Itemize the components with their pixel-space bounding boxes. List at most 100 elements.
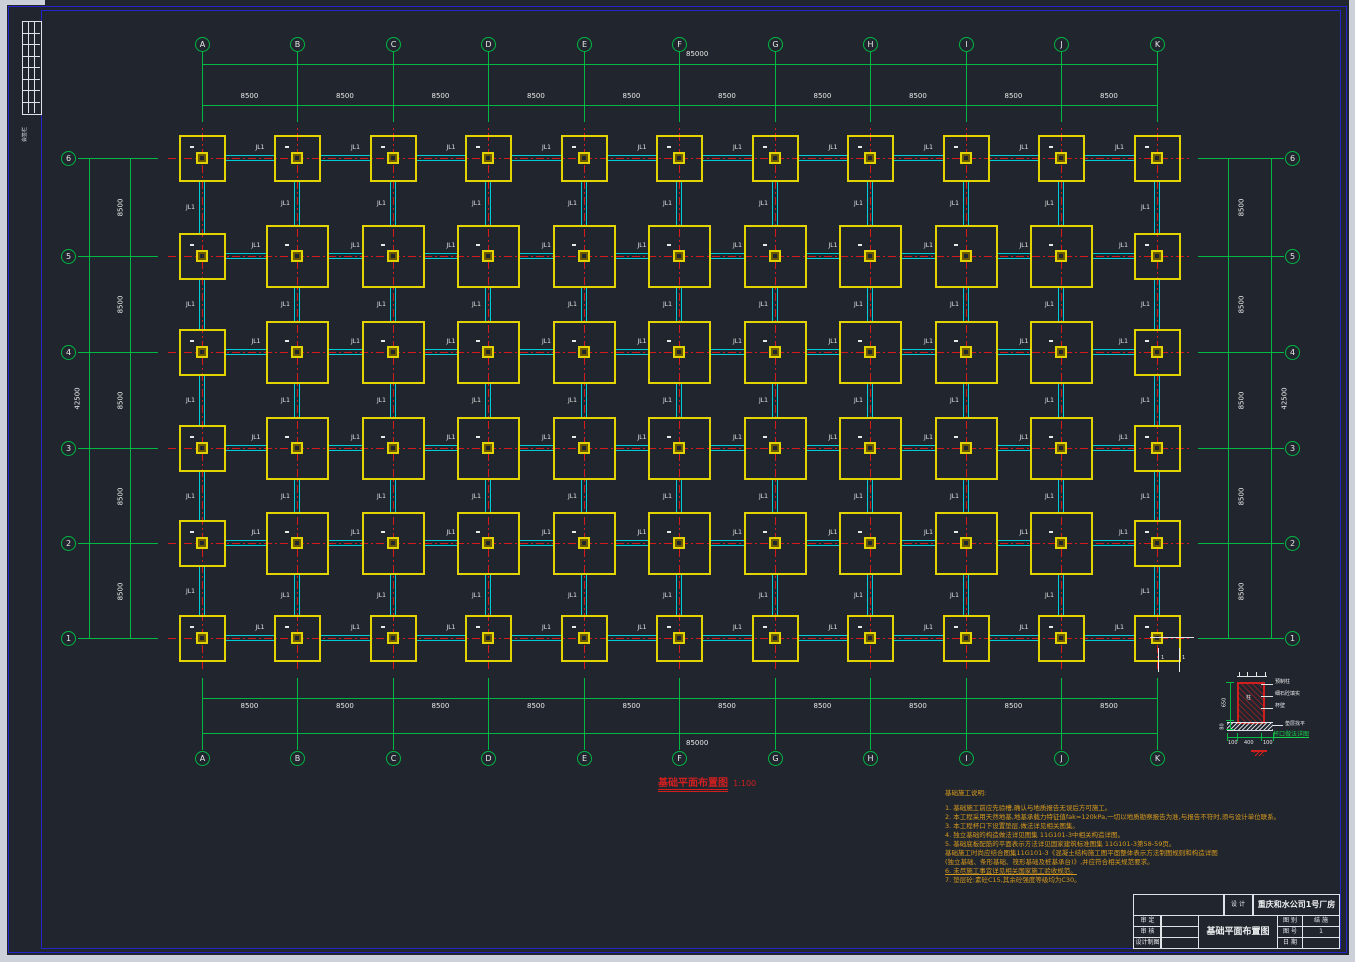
tie-beam-label: JL1	[733, 435, 742, 441]
grid-line-bottom	[679, 678, 680, 750]
column-tag-mark	[1145, 340, 1149, 342]
detail-dim-tick	[1226, 682, 1234, 683]
column-square-core	[391, 636, 395, 640]
tie-beam-label: JL1	[829, 339, 838, 345]
column-tag-mark	[667, 146, 671, 148]
bay-dim-bottom: 8500	[814, 703, 832, 710]
tie-beam-h	[226, 253, 266, 259]
tie-beam-v	[772, 288, 778, 321]
column-square-core	[295, 636, 299, 640]
tie-beam-h	[990, 155, 1038, 161]
tie-beam-v	[963, 288, 969, 321]
title-block-info-value	[1302, 937, 1340, 949]
dim-line-overall-bottom	[202, 733, 1157, 734]
bay-dim-left: 8500	[117, 199, 124, 217]
title-block-project-name: 重庆和水公司1号厂房	[1253, 894, 1340, 916]
column-tag-mark	[858, 436, 862, 438]
grid-bubble-top: H	[863, 37, 878, 52]
bay-dim-bottom: 8500	[527, 703, 545, 710]
grid-bubble-top: I	[959, 37, 974, 52]
grid-bubble-bottom: D	[481, 751, 496, 766]
tie-beam-label: JL1	[733, 530, 742, 536]
column-tag-mark	[858, 244, 862, 246]
column-tag-mark	[954, 146, 958, 148]
grid-line-top	[1061, 51, 1062, 122]
tie-beam-v	[581, 480, 587, 512]
detail-leader-text: 垫层找平	[1285, 722, 1305, 727]
column-tag-mark	[1145, 244, 1149, 246]
tie-beam-v	[963, 480, 969, 512]
bay-dim-left: 8500	[117, 296, 124, 314]
tie-beam-label: JL1	[542, 145, 551, 151]
tie-beam-label: JL1	[1119, 530, 1128, 536]
column-square-core	[677, 254, 681, 258]
tie-beam-label: JL1	[854, 201, 863, 207]
tie-beam-v	[867, 575, 873, 615]
tie-beam-h	[998, 253, 1030, 259]
grid-bubble-bottom: F	[672, 751, 687, 766]
bay-dim-bottom: 8500	[623, 703, 641, 710]
column-tag-mark	[667, 531, 671, 533]
tie-beam-label: JL1	[663, 593, 672, 599]
tie-beam-label: JL1	[924, 530, 933, 536]
column-square-core	[200, 156, 204, 160]
dim-line-bays-top	[202, 105, 1157, 106]
column-tag-mark	[858, 146, 862, 148]
tie-beam-label: JL1	[854, 398, 863, 404]
tie-beam-h	[329, 349, 362, 355]
dim-line-bays-bottom	[202, 698, 1157, 699]
cad-canvas[interactable]: 会签栏 JL1JL1JL1JL1JL1JL1JL1JL1JL1JL1JL1JL1…	[0, 0, 1355, 962]
column-tag-mark	[763, 626, 767, 628]
tie-beam-label: JL1	[854, 593, 863, 599]
column-square-core	[486, 350, 490, 354]
grid-bubble-bottom: G	[768, 751, 783, 766]
grid-line-bottom	[297, 678, 298, 750]
column-tag-mark	[763, 340, 767, 342]
column-tag-mark	[1049, 531, 1053, 533]
column-square-core	[295, 350, 299, 354]
grid-line-bottom	[870, 678, 871, 750]
detail-bottom-dim: 100	[1263, 741, 1273, 746]
detail-dim-left	[1230, 682, 1231, 729]
tie-beam-label: JL1	[733, 145, 742, 151]
tie-beam-v	[1058, 182, 1064, 225]
grid-bubble-top: A	[195, 37, 210, 52]
tie-beam-v	[1154, 567, 1160, 615]
column-square-core	[964, 350, 968, 354]
tie-beam-h	[711, 253, 744, 259]
tie-beam-h	[226, 155, 274, 161]
grid-bubble-bottom: E	[577, 751, 592, 766]
tie-beam-h	[998, 445, 1030, 451]
column-tag-mark	[954, 626, 958, 628]
tie-beam-v	[1058, 384, 1064, 417]
bay-dim-top: 8500	[718, 93, 736, 100]
note-line: 5. 基础底板配筋的平面表示方法详见国家建筑标准图集 11G101-3第58-5…	[945, 840, 1275, 849]
tie-beam-label: JL1	[759, 398, 768, 404]
column-tag-mark	[285, 340, 289, 342]
note-line: 7. 垫层砼:素砼C15,其余砼强度等级均为C30。	[945, 876, 1275, 885]
column-tag-mark	[190, 436, 194, 438]
tie-beam-h	[226, 349, 266, 355]
bay-dim-right: 8500	[1238, 296, 1245, 314]
tie-beam-label: JL1	[950, 398, 959, 404]
tie-beam-label: JL1	[1141, 589, 1150, 595]
callout-tick	[1158, 648, 1159, 672]
grid-bubble-left: 2	[61, 536, 76, 551]
title-block-empty-cell	[1133, 894, 1225, 916]
tie-beam-v	[581, 182, 587, 225]
column-square-core	[486, 636, 490, 640]
tie-beam-label: JL1	[542, 435, 551, 441]
grid-line-bottom	[488, 678, 489, 750]
tie-beam-label: JL1	[472, 398, 481, 404]
tie-beam-h	[417, 635, 465, 641]
tie-beam-h	[799, 155, 847, 161]
tie-beam-label: JL1	[829, 530, 838, 536]
dim-line-overall-left	[89, 158, 90, 638]
tie-beam-h	[894, 155, 943, 161]
detail-bottom-dim: 100	[1228, 741, 1238, 746]
tie-beam-h	[990, 635, 1038, 641]
column-square-core	[200, 446, 204, 450]
tie-beam-v	[581, 288, 587, 321]
tie-beam-label: JL1	[1119, 243, 1128, 249]
tie-beam-v	[390, 384, 396, 417]
